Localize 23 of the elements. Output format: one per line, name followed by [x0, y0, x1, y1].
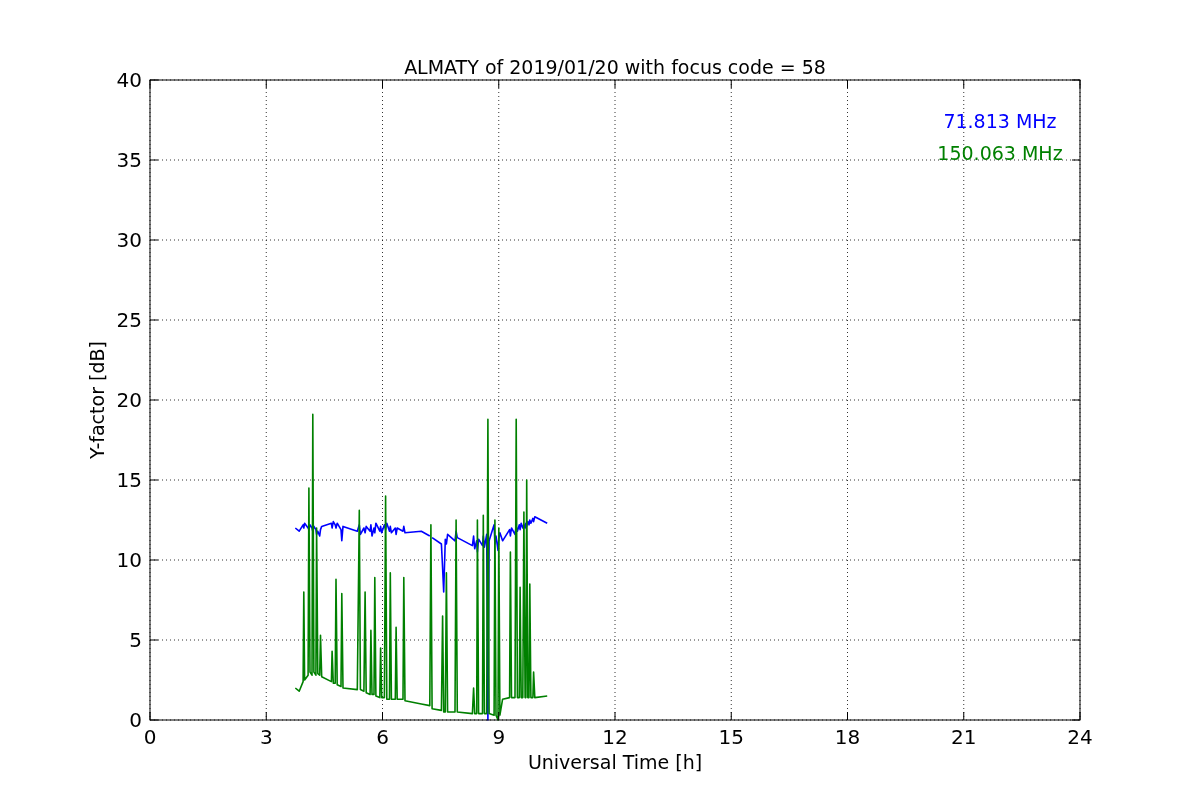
x-tick-label: 15	[718, 725, 744, 749]
y-tick-label: 0	[129, 708, 142, 732]
y-tick-label: 35	[116, 148, 142, 172]
x-tick-label: 24	[1067, 725, 1093, 749]
x-tick-label: 0	[143, 725, 157, 749]
y-axis-label: Y-factor [dB]	[86, 341, 108, 459]
y-tick-label: 15	[116, 468, 142, 492]
legend-label: 71.813 MHz	[943, 110, 1057, 132]
x-tick-label: 3	[259, 725, 273, 749]
legend-label: 150.063 MHz	[937, 142, 1063, 164]
chart-title: ALMATY of 2019/01/20 with focus code = 58	[404, 56, 826, 78]
y-tick-label: 20	[116, 388, 142, 412]
x-tick-label: 21	[951, 725, 977, 749]
x-tick-label: 12	[602, 725, 628, 749]
x-tick-label: 9	[492, 725, 506, 749]
y-tick-label: 10	[116, 548, 142, 572]
x-tick-label: 6	[376, 725, 389, 749]
y-tick-label: 5	[129, 628, 142, 652]
y-tick-label: 25	[116, 308, 142, 332]
y-tick-label: 30	[116, 228, 142, 252]
y-tick-label: 40	[116, 68, 142, 92]
x-tick-label: 18	[834, 725, 861, 749]
x-axis-label: Universal Time [h]	[527, 751, 703, 773]
